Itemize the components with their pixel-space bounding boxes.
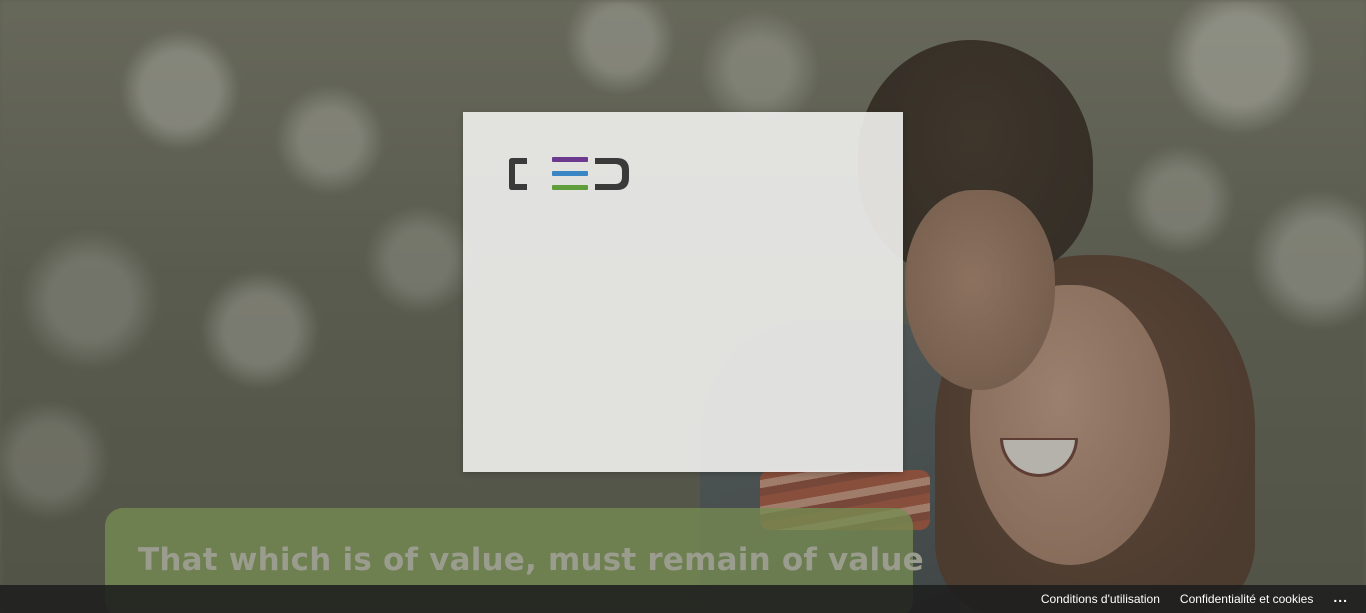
logo-bar-blue (552, 171, 588, 176)
company-logo (509, 157, 629, 190)
more-options-button[interactable]: ... (1333, 590, 1348, 608)
sign-in-card (463, 112, 903, 472)
privacy-link[interactable]: Confidentialité et cookies (1180, 592, 1313, 606)
logo-letter-d (595, 158, 629, 190)
logo-bar-green (552, 185, 588, 190)
logo-bar-purple (552, 157, 588, 162)
sign-in-page: That which is of value, must remain of v… (0, 0, 1366, 613)
terms-link[interactable]: Conditions d'utilisation (1041, 592, 1160, 606)
tagline-text: That which is of value, must remain of v… (138, 542, 924, 578)
logo-letter-c (509, 158, 527, 190)
footer-links: Conditions d'utilisation Confidentialité… (1041, 585, 1348, 613)
footer-bar: Conditions d'utilisation Confidentialité… (0, 585, 1366, 613)
